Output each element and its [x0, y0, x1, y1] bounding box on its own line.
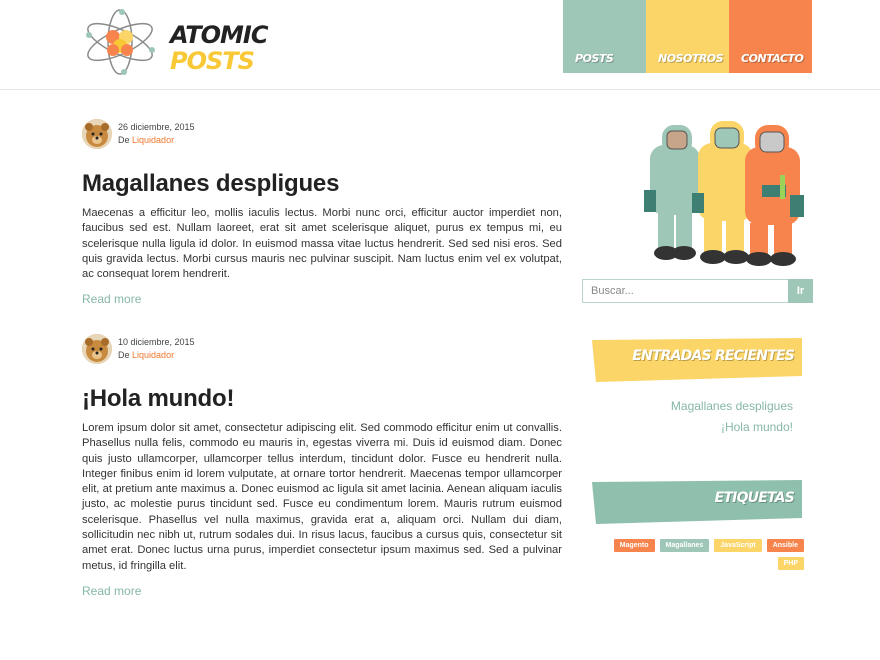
hazmat-team-illustration [644, 121, 804, 266]
nav-posts[interactable]: POSTS [563, 0, 646, 73]
tag-ansible[interactable]: Ansible [766, 539, 804, 552]
logo-text: ATOMIC POSTS [170, 21, 268, 75]
post-excerpt: Maecenas a efficitur leo, mollis iaculis… [82, 207, 562, 281]
tag-javascript[interactable]: JavaScript [714, 539, 762, 552]
post-title[interactable]: ¡Hola mundo! [82, 385, 562, 413]
recent-posts-title: ENTRADAS RECIENTES [632, 348, 795, 364]
post-date: 10 diciembre, 2015 [118, 337, 195, 347]
search-input[interactable] [582, 279, 788, 303]
site-header: ATOMIC POSTS POSTS NOSOTROS CONTACTO [0, 0, 880, 90]
tags-heading: ETIQUETAS [592, 480, 802, 524]
read-more-link[interactable]: Read more [82, 292, 141, 306]
post-article: 10 diciembre, 2015 De Liquidador ¡Hola m… [82, 334, 562, 600]
author-link[interactable]: Liquidador [132, 135, 174, 145]
recent-posts-heading: ENTRADAS RECIENTES [592, 338, 802, 382]
post-author: De Liquidador [118, 350, 174, 360]
tag-cloud: Magento Magallanes JavaScript Ansible PH… [604, 539, 804, 570]
post-excerpt: Lorem ipsum dolor sit amet, consectetur … [82, 422, 562, 572]
tag-php[interactable]: PHP [777, 557, 804, 570]
site-logo[interactable]: ATOMIC POSTS [82, 8, 268, 78]
orange-suit-figure [745, 125, 804, 266]
avatar [82, 334, 112, 364]
nav-contacto[interactable]: CONTACTO [729, 0, 812, 73]
bear-avatar-icon [82, 334, 112, 364]
nav-nosotros[interactable]: NOSOTROS [646, 0, 729, 73]
nav-nosotros-label: NOSOTROS [658, 52, 724, 65]
main-nav: POSTS NOSOTROS CONTACTO [563, 0, 812, 73]
atom-logo-icon [86, 9, 155, 75]
recent-post-link[interactable]: ¡Hola mundo! [721, 420, 793, 434]
post-date: 26 diciembre, 2015 [118, 122, 195, 132]
tags-title: ETIQUETAS [714, 490, 795, 506]
post-article: 26 diciembre, 2015 De Liquidador Magalla… [82, 119, 562, 308]
avatar [82, 119, 112, 149]
green-suit-figure [644, 125, 700, 260]
post-title[interactable]: Magallanes despligues [82, 170, 562, 198]
post-meta: 26 diciembre, 2015 De Liquidador [82, 119, 562, 153]
post-author: De Liquidador [118, 135, 174, 145]
tag-magallanes[interactable]: Magallanes [659, 539, 710, 552]
post-meta: 10 diciembre, 2015 De Liquidador [82, 334, 562, 368]
nav-contacto-label: CONTACTO [741, 52, 804, 65]
recent-post-link[interactable]: Magallanes despligues [671, 399, 793, 413]
tag-magento[interactable]: Magento [613, 539, 655, 552]
search-form: Ir [582, 279, 813, 303]
read-more-link[interactable]: Read more [82, 584, 141, 598]
nav-posts-label: POSTS [575, 52, 614, 65]
author-prefix: De [118, 135, 130, 145]
author-prefix: De [118, 350, 130, 360]
logo-line2: POSTS [170, 47, 255, 75]
logo-line1: ATOMIC [170, 21, 268, 49]
yellow-suit-figure [692, 121, 753, 264]
bear-avatar-icon [82, 119, 112, 149]
search-button[interactable]: Ir [788, 279, 813, 303]
author-link[interactable]: Liquidador [132, 350, 174, 360]
